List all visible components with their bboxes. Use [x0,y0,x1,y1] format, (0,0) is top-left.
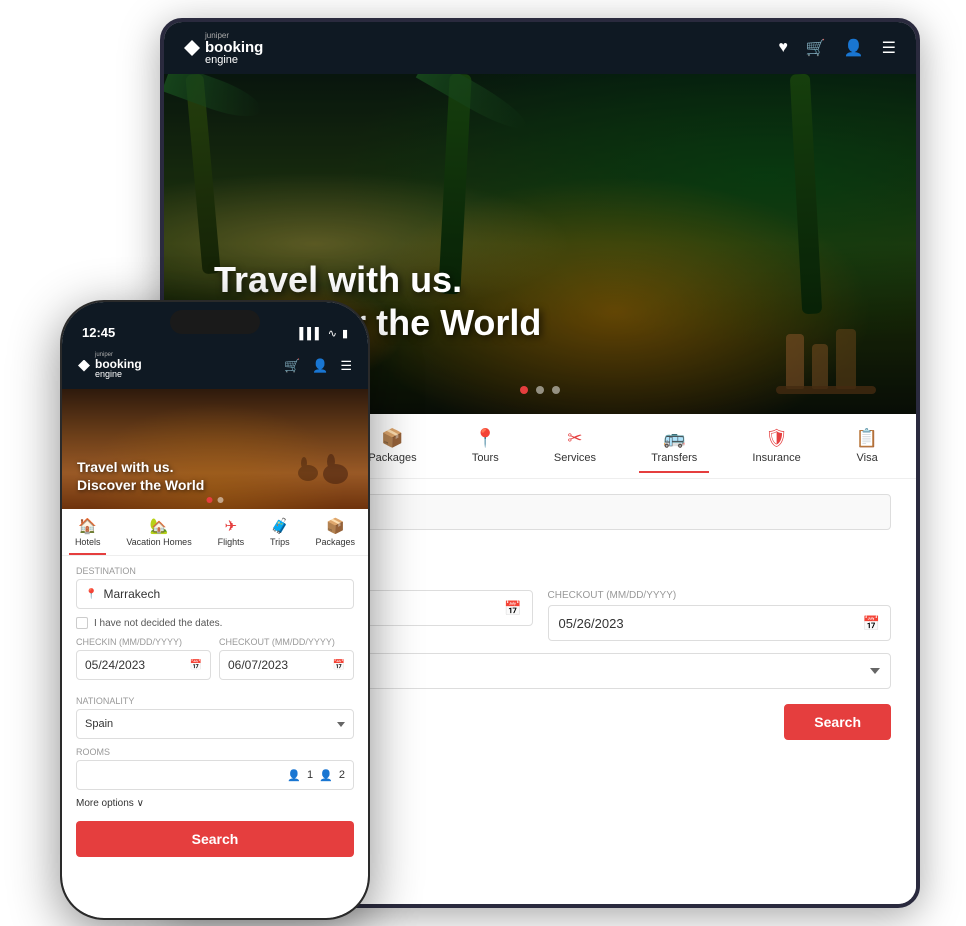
tab-insurance-label: Insurance [752,452,800,464]
vacation-nav-label: Vacation Homes [126,537,191,547]
tab-tours-label: Tours [472,452,499,464]
phone-checkout-label: CHECKOUT (MM/DD/YYYY) [219,637,354,647]
phone-rooms-input[interactable]: 👤 1 👤 2 [76,760,354,790]
phone-nav-flights[interactable]: ✈ Flights [212,515,251,549]
hotels-nav-icon: 🏠 [78,517,97,535]
phone-nationality-label: NATIONALITY [76,696,354,706]
hero-dot-3[interactable] [552,386,560,394]
hero-dot-2[interactable] [536,386,544,394]
phone-hero-text: Travel with us. Discover the World [77,458,204,494]
phone-destination-label: DESTINATION [76,566,354,576]
phone-hero: Travel with us. Discover the World [62,389,368,509]
transfers-icon: 🚌 [663,428,685,449]
hero-dot-1[interactable] [520,386,528,394]
tablet-checkout-input[interactable]: 05/26/2023 📅 [548,605,892,641]
signal-icon: ▌▌▌ [299,328,322,340]
flights-nav-label: Flights [218,537,245,547]
phone-nav-hotels[interactable]: 🏠 Hotels [69,515,107,549]
phone-checkin-input[interactable]: 05/24/2023 📅 [76,650,211,680]
phone-menu-icon[interactable]: ☰ [340,358,352,374]
tab-transfers[interactable]: 🚌 Transfers [639,420,709,472]
phone-logo-subtext: engine [95,370,142,379]
services-icon: ✂ [567,428,582,449]
trips-nav-label: Trips [270,537,290,547]
phone-rooms-label: ROOMS [76,747,354,757]
phone-adults-count: 1 [307,769,313,781]
phone-checkbox-label: I have not decided the dates. [94,618,222,629]
user-icon[interactable]: 👤 [844,38,864,58]
flights-nav-icon: ✈ [225,517,238,535]
packages-nav-icon: 📦 [326,517,345,535]
tablet-header: juniper booking engine ♥ 🛒 👤 ☰ [164,22,916,74]
tab-tours[interactable]: 📍 Tours [460,420,511,472]
tablet-logo: juniper booking engine [184,31,263,66]
tab-transfers-label: Transfers [651,452,697,464]
phone-bottom-nav: 🏠 Hotels 🏡 Vacation Homes ✈ Flights 🧳 Tr… [62,509,368,556]
tablet-logo-text: booking [205,40,263,55]
menu-icon[interactable]: ☰ [882,38,896,58]
phone-checkout-input[interactable]: 06/07/2023 📅 [219,650,354,680]
phone-form: DESTINATION 📍 Marrakech I have not decid… [62,556,368,918]
cart-icon[interactable]: 🛒 [806,38,826,58]
phone-nationality-select[interactable]: Spain [76,709,354,739]
adult-icon: 👤 [287,769,301,782]
phone-dot-1[interactable] [207,497,213,503]
heart-icon[interactable]: ♥ [778,39,788,57]
tab-packages-label: Packages [368,452,416,464]
phone-user-icon[interactable]: 👤 [312,358,328,374]
phone-destination-value: Marrakech [103,587,160,601]
phone-checkout-value: 06/07/2023 [228,658,288,672]
phone-children-count: 2 [339,769,345,781]
tab-visa-label: Visa [857,452,878,464]
phone-checkin-value: 05/24/2023 [85,658,145,672]
phone-header: juniper booking engine 🛒 👤 ☰ [62,346,368,389]
phone-search-button[interactable]: Search [76,821,354,857]
visa-icon: 📋 [856,428,878,449]
phone-notch [170,310,260,334]
tab-visa[interactable]: 📋 Visa [844,420,890,472]
tablet-checkout-label: CHECKOUT (MM/DD/YYYY) [548,590,892,601]
trips-nav-icon: 🧳 [270,517,289,535]
phone-dates-checkbox[interactable] [76,617,88,629]
phone-checkbox-row: I have not decided the dates. [76,617,354,629]
scene: juniper booking engine ♥ 🛒 👤 ☰ [0,0,966,926]
phone-more-options[interactable]: More options ∨ [76,798,354,809]
phone-cart-icon[interactable]: 🛒 [284,358,300,374]
wifi-icon: ∿ [328,327,337,340]
phone-checkin-label: CHECKIN (MM/DD/YYYY) [76,637,211,647]
packages-icon: 📦 [381,428,403,449]
tablet-search-button[interactable]: Search [784,704,891,740]
phone-nav-packages[interactable]: 📦 Packages [310,515,362,549]
phone-device: 12:45 ▌▌▌ ∿ ▮ juniper booking engine [60,300,370,920]
battery-icon: ▮ [342,327,348,340]
tab-insurance[interactable]: 🛡 Insurance [740,420,812,472]
vacation-nav-icon: 🏡 [150,517,169,535]
tab-services-label: Services [554,452,596,464]
tablet-logo-subtext: engine [205,55,263,66]
tab-services[interactable]: ✂ Services [542,420,608,472]
tours-icon: 📍 [474,428,496,449]
insurance-icon: 🛡 [765,428,788,449]
phone-dot-2[interactable] [218,497,224,503]
tablet-checkout-value: 05/26/2023 [559,616,624,631]
phone-destination-input[interactable]: 📍 Marrakech [76,579,354,609]
phone-time: 12:45 [82,325,115,340]
child-icon: 👤 [319,769,333,782]
phone-nav-vacation[interactable]: 🏡 Vacation Homes [120,515,197,549]
packages-nav-label: Packages [316,537,356,547]
hotels-nav-label: Hotels [75,537,101,547]
phone-nav-trips[interactable]: 🧳 Trips [264,515,296,549]
